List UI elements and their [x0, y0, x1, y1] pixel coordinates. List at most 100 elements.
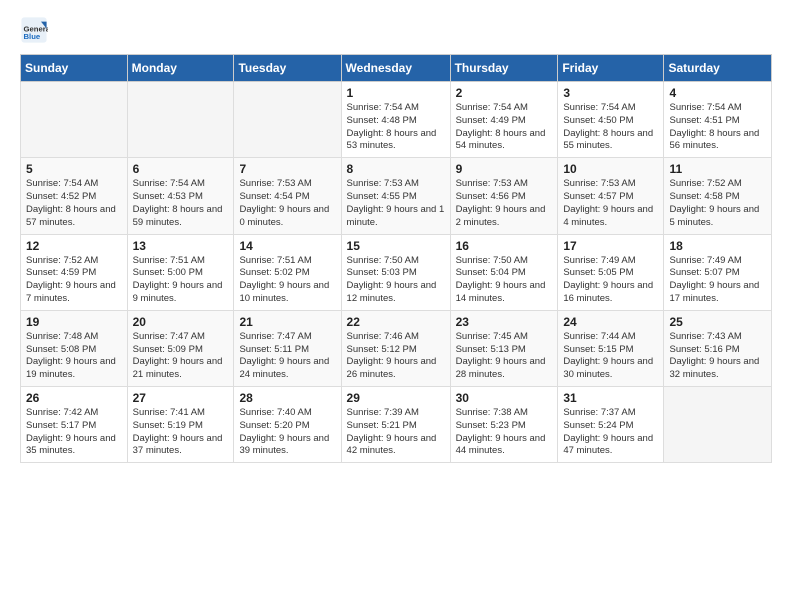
calendar-cell: 2Sunrise: 7:54 AMSunset: 4:49 PMDaylight… — [450, 82, 558, 158]
day-number: 8 — [347, 162, 445, 176]
calendar-cell: 30 Sunrise: 7:38 AMSunset: 5:23 PMDayligh… — [450, 387, 558, 463]
svg-text:Blue: Blue — [24, 32, 41, 41]
cell-info: Sunrise: 7:42 AMSunset: 5:17 PMDaylight:… — [26, 407, 122, 458]
calendar-cell: 6Sunrise: 7:54 AMSunset: 4:53 PMDaylight… — [127, 158, 234, 234]
day-number: 27 — [133, 391, 229, 405]
day-number: 17 — [563, 239, 658, 253]
calendar-cell: 17 Sunrise: 7:49 AMSunset: 5:05 PMDayligh… — [558, 234, 664, 310]
day-number: 24 — [563, 315, 658, 329]
calendar-cell: 31 Sunrise: 7:37 AMSunset: 5:24 PMDayligh… — [558, 387, 664, 463]
day-number: 31 — [563, 391, 658, 405]
calendar-cell: 26 Sunrise: 7:42 AMSunset: 5:17 PMDayligh… — [21, 387, 128, 463]
calendar-week-row: 19 Sunrise: 7:48 AMSunset: 5:08 PMDayligh… — [21, 310, 772, 386]
cell-info: Sunrise: 7:47 AMSunset: 5:11 PMDaylight:… — [239, 331, 335, 382]
cell-info: Sunrise: 7:52 AMSunset: 4:58 PMDaylight:… — [669, 178, 766, 229]
logo-icon: General Blue — [20, 16, 48, 44]
calendar-cell — [664, 387, 772, 463]
cell-info: Sunrise: 7:54 AMSunset: 4:48 PMDaylight:… — [347, 102, 445, 153]
day-number: 25 — [669, 315, 766, 329]
cell-info: Sunrise: 7:38 AMSunset: 5:23 PMDaylight:… — [456, 407, 553, 458]
day-number: 4 — [669, 86, 766, 100]
day-number: 9 — [456, 162, 553, 176]
cell-info: Sunrise: 7:49 AMSunset: 5:05 PMDaylight:… — [563, 255, 658, 306]
cell-info: Sunrise: 7:48 AMSunset: 5:08 PMDaylight:… — [26, 331, 122, 382]
weekday-header-thursday: Thursday — [450, 55, 558, 82]
header: General Blue — [20, 16, 772, 44]
day-number: 19 — [26, 315, 122, 329]
calendar-cell: 9Sunrise: 7:53 AMSunset: 4:56 PMDaylight… — [450, 158, 558, 234]
cell-info: Sunrise: 7:52 AMSunset: 4:59 PMDaylight:… — [26, 255, 122, 306]
day-number: 26 — [26, 391, 122, 405]
calendar-cell: 15 Sunrise: 7:50 AMSunset: 5:03 PMDayligh… — [341, 234, 450, 310]
calendar-cell: 12Sunrise: 7:52 AMSunset: 4:59 PMDayligh… — [21, 234, 128, 310]
day-number: 1 — [347, 86, 445, 100]
calendar-week-row: 1 Sunrise: 7:54 AMSunset: 4:48 PMDaylight… — [21, 82, 772, 158]
cell-info: Sunrise: 7:51 AMSunset: 5:02 PMDaylight:… — [239, 255, 335, 306]
calendar-cell: 18Sunrise: 7:49 AMSunset: 5:07 PMDayligh… — [664, 234, 772, 310]
day-number: 7 — [239, 162, 335, 176]
calendar-cell: 5 Sunrise: 7:54 AMSunset: 4:52 PMDaylight… — [21, 158, 128, 234]
calendar-cell: 19 Sunrise: 7:48 AMSunset: 5:08 PMDayligh… — [21, 310, 128, 386]
cell-info: Sunrise: 7:54 AMSunset: 4:51 PMDaylight:… — [669, 102, 766, 153]
day-number: 10 — [563, 162, 658, 176]
calendar-cell: 29Sunrise: 7:39 AMSunset: 5:21 PMDayligh… — [341, 387, 450, 463]
cell-info: Sunrise: 7:46 AMSunset: 5:12 PMDaylight:… — [347, 331, 445, 382]
calendar-week-row: 26 Sunrise: 7:42 AMSunset: 5:17 PMDayligh… — [21, 387, 772, 463]
day-number: 13 — [133, 239, 229, 253]
day-number: 3 — [563, 86, 658, 100]
logo: General Blue — [20, 16, 52, 44]
cell-info: Sunrise: 7:43 AMSunset: 5:16 PMDaylight:… — [669, 331, 766, 382]
cell-info: Sunrise: 7:41 AMSunset: 5:19 PMDaylight:… — [133, 407, 229, 458]
calendar-cell — [127, 82, 234, 158]
calendar-cell: 10 Sunrise: 7:53 AMSunset: 4:57 PMDayligh… — [558, 158, 664, 234]
day-number: 16 — [456, 239, 553, 253]
day-number: 14 — [239, 239, 335, 253]
cell-info: Sunrise: 7:50 AMSunset: 5:04 PMDaylight:… — [456, 255, 553, 306]
weekday-header-tuesday: Tuesday — [234, 55, 341, 82]
calendar-cell: 11 Sunrise: 7:52 AMSunset: 4:58 PMDayligh… — [664, 158, 772, 234]
day-number: 28 — [239, 391, 335, 405]
day-number: 11 — [669, 162, 766, 176]
day-number: 23 — [456, 315, 553, 329]
cell-info: Sunrise: 7:53 AMSunset: 4:57 PMDaylight:… — [563, 178, 658, 229]
calendar-cell: 7 Sunrise: 7:53 AMSunset: 4:54 PMDaylight… — [234, 158, 341, 234]
day-number: 2 — [456, 86, 553, 100]
cell-info: Sunrise: 7:40 AMSunset: 5:20 PMDaylight:… — [239, 407, 335, 458]
calendar-cell: 16 Sunrise: 7:50 AMSunset: 5:04 PMDayligh… — [450, 234, 558, 310]
weekday-header-friday: Friday — [558, 55, 664, 82]
calendar-cell: 13Sunrise: 7:51 AMSunset: 5:00 PMDayligh… — [127, 234, 234, 310]
page: General Blue SundayMondayTuesdayWednesda… — [0, 0, 792, 479]
calendar-cell: 24Sunrise: 7:44 AMSunset: 5:15 PMDayligh… — [558, 310, 664, 386]
calendar-cell: 8Sunrise: 7:53 AMSunset: 4:55 PMDaylight… — [341, 158, 450, 234]
calendar-cell: 25 Sunrise: 7:43 AMSunset: 5:16 PMDayligh… — [664, 310, 772, 386]
cell-info: Sunrise: 7:45 AMSunset: 5:13 PMDaylight:… — [456, 331, 553, 382]
day-number: 15 — [347, 239, 445, 253]
calendar-cell: 14 Sunrise: 7:51 AMSunset: 5:02 PMDayligh… — [234, 234, 341, 310]
calendar-cell: 1 Sunrise: 7:54 AMSunset: 4:48 PMDaylight… — [341, 82, 450, 158]
calendar-cell — [234, 82, 341, 158]
day-number: 21 — [239, 315, 335, 329]
calendar-cell: 23 Sunrise: 7:45 AMSunset: 5:13 PMDayligh… — [450, 310, 558, 386]
calendar-cell — [21, 82, 128, 158]
calendar-cell: 3Sunrise: 7:54 AMSunset: 4:50 PMDaylight… — [558, 82, 664, 158]
calendar-table: SundayMondayTuesdayWednesdayThursdayFrid… — [20, 54, 772, 463]
cell-info: Sunrise: 7:37 AMSunset: 5:24 PMDaylight:… — [563, 407, 658, 458]
day-number: 20 — [133, 315, 229, 329]
cell-info: Sunrise: 7:54 AMSunset: 4:52 PMDaylight:… — [26, 178, 122, 229]
calendar-cell: 20 Sunrise: 7:47 AMSunset: 5:09 PMDayligh… — [127, 310, 234, 386]
cell-info: Sunrise: 7:49 AMSunset: 5:07 PMDaylight:… — [669, 255, 766, 306]
calendar-week-row: 12Sunrise: 7:52 AMSunset: 4:59 PMDayligh… — [21, 234, 772, 310]
day-number: 5 — [26, 162, 122, 176]
calendar-cell: 22Sunrise: 7:46 AMSunset: 5:12 PMDayligh… — [341, 310, 450, 386]
calendar-cell: 28 Sunrise: 7:40 AMSunset: 5:20 PMDayligh… — [234, 387, 341, 463]
calendar-week-row: 5 Sunrise: 7:54 AMSunset: 4:52 PMDaylight… — [21, 158, 772, 234]
weekday-header-sunday: Sunday — [21, 55, 128, 82]
weekday-header-row: SundayMondayTuesdayWednesdayThursdayFrid… — [21, 55, 772, 82]
day-number: 30 — [456, 391, 553, 405]
cell-info: Sunrise: 7:53 AMSunset: 4:54 PMDaylight:… — [239, 178, 335, 229]
weekday-header-wednesday: Wednesday — [341, 55, 450, 82]
cell-info: Sunrise: 7:47 AMSunset: 5:09 PMDaylight:… — [133, 331, 229, 382]
cell-info: Sunrise: 7:50 AMSunset: 5:03 PMDaylight:… — [347, 255, 445, 306]
day-number: 6 — [133, 162, 229, 176]
weekday-header-monday: Monday — [127, 55, 234, 82]
